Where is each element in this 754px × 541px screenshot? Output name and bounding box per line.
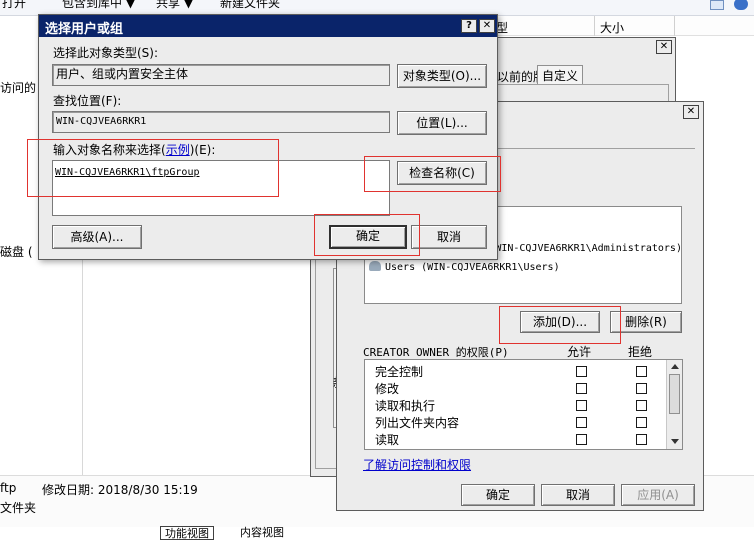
toolbar-include-library[interactable]: 包含到库中 ▼ bbox=[62, 0, 135, 11]
col-size[interactable]: 大小 bbox=[600, 19, 624, 36]
bottom-tabs: 功能视图 内容视图 bbox=[150, 526, 350, 540]
advanced-button[interactable]: 高级(A)... bbox=[52, 225, 142, 249]
tab-customize-label: 自定义 bbox=[542, 69, 579, 83]
location-label: 查找位置(F): bbox=[53, 94, 122, 108]
scroll-down-icon[interactable] bbox=[671, 439, 679, 444]
deny-checkbox[interactable] bbox=[636, 400, 647, 411]
perm-name-read: 读取 bbox=[375, 433, 400, 447]
close-icon[interactable]: ✕ bbox=[479, 19, 495, 33]
scroll-thumb[interactable] bbox=[669, 374, 680, 414]
location-button[interactable]: 位置(L)... bbox=[397, 111, 487, 135]
object-type-button[interactable]: 对象类型(O)... bbox=[397, 64, 487, 88]
scroll-up-icon[interactable] bbox=[671, 364, 679, 369]
col-divider bbox=[674, 16, 675, 36]
highlight-check-names bbox=[364, 156, 501, 192]
allow-checkbox[interactable] bbox=[576, 366, 587, 377]
tab-feature-view-label: 功能视图 bbox=[165, 527, 209, 540]
col-divider bbox=[594, 16, 595, 36]
properties-close-icon[interactable]: ✕ bbox=[656, 40, 672, 54]
perm-name-list-folder: 列出文件夹内容 bbox=[375, 416, 460, 430]
nav-divider bbox=[82, 250, 83, 475]
object-type-field: 用户、组或内置安全主体 bbox=[52, 64, 390, 86]
deny-checkbox[interactable] bbox=[636, 383, 647, 394]
perm-name-read-execute: 读取和执行 bbox=[375, 399, 436, 413]
location-field: WIN-CQJVEA6RKR1 bbox=[52, 111, 390, 133]
column-header: 型 大小 bbox=[490, 16, 754, 36]
select-dialog-title: 选择用户或组 bbox=[45, 22, 124, 37]
select-cancel-button[interactable]: 取消 bbox=[411, 225, 487, 249]
allow-checkbox[interactable] bbox=[576, 383, 587, 394]
highlight-add-button bbox=[499, 306, 621, 344]
perm-cancel-button[interactable]: 取消 bbox=[541, 484, 615, 506]
help-access-control-link[interactable]: 了解访问控制和权限 bbox=[363, 456, 471, 473]
highlight-ok-button bbox=[314, 214, 420, 256]
deny-header: 拒绝 bbox=[628, 345, 653, 359]
nav-item-disk[interactable]: 磁盘 ( bbox=[0, 243, 33, 260]
details-modified: 修改日期: 2018/8/30 15:19 bbox=[42, 483, 198, 497]
object-type-label: 选择此对象类型(S): bbox=[53, 46, 159, 60]
allow-header: 允许 bbox=[567, 345, 592, 359]
perm-name-modify: 修改 bbox=[375, 382, 400, 396]
deny-checkbox[interactable] bbox=[636, 366, 647, 377]
highlight-object-name bbox=[27, 139, 279, 197]
tab-customize[interactable]: 自定义 bbox=[537, 65, 584, 85]
allow-checkbox[interactable] bbox=[576, 417, 587, 428]
perm-name-full-control: 完全控制 bbox=[375, 365, 424, 379]
tab-content-view-label: 内容视图 bbox=[240, 526, 284, 539]
perm-apply-button[interactable]: 应用(A) bbox=[621, 484, 695, 506]
principal-users[interactable]: Users (WIN-CQJVEA6RKR1\Users) bbox=[369, 261, 560, 273]
tab-feature-view[interactable]: 功能视图 bbox=[160, 526, 214, 540]
details-type: 文件夹 bbox=[0, 501, 37, 515]
select-users-dialog: 选择用户或组 ? ✕ 选择此对象类型(S): 用户、组或内置安全主体 对象类型(… bbox=[27, 14, 501, 260]
deny-checkbox[interactable] bbox=[636, 417, 647, 428]
permissions-scrollbar[interactable] bbox=[666, 360, 682, 449]
nav-item-recent[interactable]: 访问的 bbox=[0, 79, 36, 96]
permissions-close-icon[interactable]: ✕ bbox=[683, 105, 699, 119]
deny-checkbox[interactable] bbox=[636, 434, 647, 445]
allow-checkbox[interactable] bbox=[576, 434, 587, 445]
perm-ok-button[interactable]: 确定 bbox=[461, 484, 535, 506]
help-icon[interactable] bbox=[734, 0, 748, 10]
permissions-list: 完全控制 修改 读取和执行 列出文件夹内容 读取 bbox=[364, 359, 683, 450]
toolbar-share[interactable]: 共享 ▼ bbox=[156, 0, 193, 11]
principal-users-label: Users (WIN-CQJVEA6RKR1\Users) bbox=[385, 262, 560, 273]
details-name: ftp bbox=[0, 481, 17, 495]
permissions-label: CREATOR OWNER 的权限(P) bbox=[363, 346, 509, 359]
allow-checkbox[interactable] bbox=[576, 400, 587, 411]
tab-content-view[interactable]: 内容视图 bbox=[240, 526, 284, 540]
toolbar-new-folder[interactable]: 新建文件夹 bbox=[220, 0, 280, 11]
users-group-icon bbox=[369, 261, 381, 271]
toolbar-open[interactable]: 打开 bbox=[2, 0, 26, 11]
view-toggle-icon[interactable] bbox=[710, 0, 724, 10]
help-icon[interactable]: ? bbox=[461, 19, 477, 33]
